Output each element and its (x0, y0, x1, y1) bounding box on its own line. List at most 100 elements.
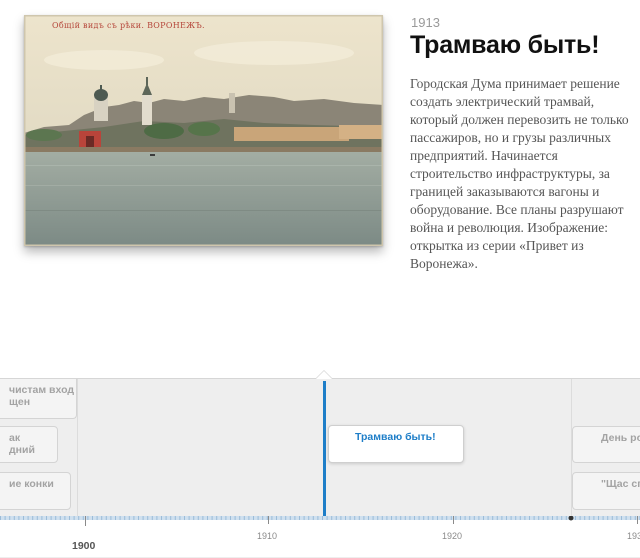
timeline-current-marker (323, 381, 326, 518)
ruler-minor-tick (381, 516, 383, 520)
ruler-minor-tick (271, 516, 273, 520)
ruler-minor-tick (501, 516, 503, 520)
ruler-minor-tick (363, 516, 365, 520)
ruler-minor-tick (266, 516, 268, 520)
ruler-minor-tick (510, 516, 512, 520)
ruler-minor-tick (147, 516, 149, 520)
slide-description: Городская Дума принимает решение создать… (410, 76, 629, 271)
ruler-minor-tick (165, 516, 167, 520)
timeline-event-title: ие конки (9, 478, 54, 490)
timeline-event-title: День ро (601, 432, 640, 444)
ruler-minor-tick (345, 516, 346, 520)
ruler-minor-tick (285, 516, 287, 520)
ruler-minor-tick (404, 516, 406, 520)
ruler-minor-tick (225, 516, 227, 520)
ruler-major-tick (85, 516, 86, 526)
timeline-event[interactable]: "Щас сп (572, 472, 640, 510)
ruler-minor-tick (496, 516, 498, 520)
timeline-event-title: ак (9, 432, 21, 444)
timeline-event[interactable]: чистам вход щен (0, 379, 77, 419)
ruler-minor-tick (161, 516, 162, 520)
ruler-minor-tick (547, 516, 549, 520)
ruler-minor-tick (294, 516, 296, 520)
timeline-event-title: Трамваю быть! (355, 431, 436, 443)
ruler-minor-tick (115, 516, 116, 520)
ruler-minor-tick (598, 516, 599, 520)
ruler-minor-tick (32, 516, 34, 520)
ruler-minor-tick (611, 516, 613, 520)
slide-image: Общій видъ съ рѣки. ВОРОНЕЖЪ. (24, 15, 383, 246)
ruler-minor-tick (179, 516, 181, 520)
ruler-minor-tick (331, 516, 333, 520)
ruler-minor-tick (18, 516, 20, 520)
ruler-minor-tick (262, 516, 264, 520)
ruler-minor-tick (335, 516, 337, 520)
ruler-minor-tick (280, 516, 282, 520)
timeline-event-title: "Щас сп (601, 478, 640, 490)
ruler-minor-tick (492, 516, 494, 520)
ruler-minor-tick (533, 516, 535, 520)
ruler-minor-tick (616, 516, 618, 520)
ruler-minor-tick (561, 516, 563, 520)
ruler-minor-tick (257, 516, 259, 520)
ruler-minor-tick (473, 516, 475, 520)
timeline-event[interactable]: День ро (572, 426, 640, 463)
ruler-minor-tick (579, 516, 581, 520)
timeline-event[interactable]: ак дний (0, 426, 58, 463)
ruler-minor-tick (478, 516, 480, 520)
ruler-minor-tick (253, 516, 254, 520)
ruler-minor-tick (0, 516, 1, 520)
ruler-minor-tick (188, 516, 190, 520)
timeline-event-title-line2: щен (9, 396, 31, 408)
ruler-minor-tick (138, 516, 139, 520)
slide-year: 1913 (411, 15, 440, 30)
ruler-minor-tick (124, 516, 126, 520)
postcard-caption: Общій видъ съ рѣки. ВОРОНЕЖЪ. (52, 21, 205, 30)
ruler-minor-tick (487, 516, 489, 520)
ruler-minor-tick (552, 516, 553, 520)
ruler-minor-tick (119, 516, 121, 520)
ruler-major-tick (637, 516, 638, 524)
ruler-minor-tick (239, 516, 241, 520)
ruler-minor-tick (299, 516, 300, 520)
timeline-event[interactable]: ие конки (0, 472, 71, 510)
ruler-minor-tick (372, 516, 374, 520)
ruler-minor-tick (400, 516, 402, 520)
ruler-minor-tick (59, 516, 61, 520)
ruler-minor-tick (469, 516, 471, 520)
ruler-minor-tick (460, 516, 461, 520)
ruler-minor-tick (386, 516, 388, 520)
ruler-minor-tick (542, 516, 544, 520)
ruler-minor-tick (464, 516, 466, 520)
ruler-minor-tick (584, 516, 586, 520)
ruler-minor-tick (625, 516, 627, 520)
ruler-minor-tick (317, 516, 319, 520)
ruler-minor-tick (446, 516, 448, 520)
timeline-pointer (316, 371, 332, 379)
tick-label-1920: 1920 (442, 531, 463, 541)
ruler-minor-tick (156, 516, 158, 520)
ruler-minor-tick (418, 516, 420, 520)
ruler-minor-tick (575, 516, 576, 520)
ruler-minor-tick (437, 516, 438, 520)
ruler-major-tick (268, 516, 269, 524)
timeline-event-active[interactable]: Трамваю быть! (328, 425, 464, 463)
timeline-axis[interactable]: 1910 1920 193 1900 (0, 516, 640, 557)
timeline-event-title-line2: дний (9, 444, 35, 456)
ruler-minor-tick (128, 516, 130, 520)
ruler-minor-tick (326, 516, 328, 520)
ruler-minor-tick (441, 516, 443, 520)
ruler-minor-tick (368, 516, 369, 520)
ruler-minor-tick (96, 516, 98, 520)
ruler-minor-tick (170, 516, 172, 520)
ruler-minor-tick (588, 516, 590, 520)
ruler-minor-tick (308, 516, 310, 520)
postcard-illustration (24, 15, 383, 246)
ruler-minor-tick (9, 516, 11, 520)
ruler-minor-tick (151, 516, 153, 520)
ruler-minor-tick (455, 516, 457, 520)
ruler-minor-tick (110, 516, 112, 520)
ruler-minor-tick (409, 516, 411, 520)
ruler-minor-tick (142, 516, 144, 520)
timeline-ruler (0, 516, 640, 526)
